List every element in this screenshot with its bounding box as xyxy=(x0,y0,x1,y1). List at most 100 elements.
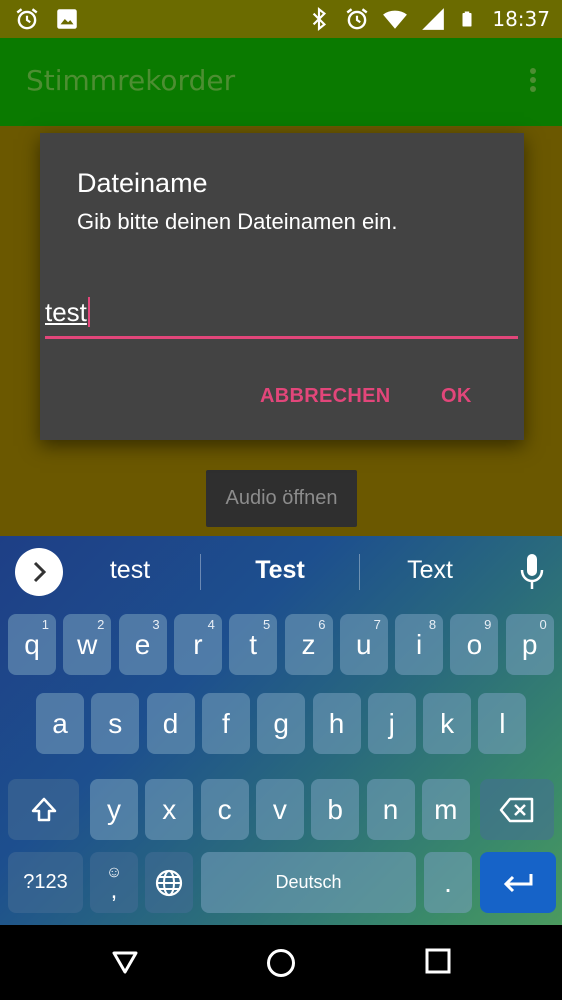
key-label: f xyxy=(222,707,230,739)
key-u[interactable]: u7 xyxy=(339,614,388,675)
chevron-right-icon[interactable] xyxy=(15,548,63,596)
key-x[interactable]: x xyxy=(145,779,194,840)
key-w[interactable]: w2 xyxy=(63,614,112,675)
period-key[interactable]: . xyxy=(424,852,472,913)
key-q[interactable]: q1 xyxy=(8,614,56,675)
filename-input[interactable]: test xyxy=(45,293,518,339)
key-hint: 1 xyxy=(41,617,49,632)
suggestion-divider xyxy=(200,554,201,590)
key-label: g xyxy=(273,707,289,739)
shift-icon xyxy=(31,797,56,821)
key-hint: 7 xyxy=(373,617,381,632)
navigation-bar xyxy=(0,925,562,1000)
enter-icon xyxy=(503,873,533,892)
image-icon xyxy=(57,9,77,29)
key-t[interactable]: t5 xyxy=(229,614,278,675)
ok-button[interactable]: OK xyxy=(441,385,472,408)
key-label: u xyxy=(356,628,372,660)
key-hint: 6 xyxy=(318,617,326,632)
key-m[interactable]: m xyxy=(421,779,470,840)
key-c[interactable]: c xyxy=(200,779,249,840)
key-label: m xyxy=(434,793,458,825)
key-hint: 5 xyxy=(262,617,271,632)
key-s[interactable]: s xyxy=(91,693,140,754)
key-r[interactable]: r4 xyxy=(173,614,222,675)
microphone-icon[interactable] xyxy=(518,552,546,592)
key-l[interactable]: l xyxy=(478,693,527,754)
key-label: a xyxy=(52,707,68,739)
key-y[interactable]: y xyxy=(90,779,138,840)
recents-icon[interactable] xyxy=(424,947,452,975)
key-label: c xyxy=(217,793,232,825)
alarm-icon xyxy=(346,8,368,30)
status-bar: 18:37 xyxy=(0,0,562,38)
key-label: h xyxy=(328,707,345,739)
key-hint: 3 xyxy=(152,617,160,632)
key-v[interactable]: v xyxy=(255,779,304,840)
key-f[interactable]: f xyxy=(201,693,250,754)
overflow-menu-icon[interactable] xyxy=(528,68,538,98)
language-key[interactable] xyxy=(145,852,193,913)
key-label: p xyxy=(521,628,538,660)
key-b[interactable]: b xyxy=(311,779,360,840)
key-label: r xyxy=(193,628,203,660)
suggestion-3[interactable]: Text xyxy=(370,556,490,585)
key-label: y xyxy=(107,793,121,825)
space-key[interactable]: Deutsch xyxy=(201,852,416,913)
key-label: o xyxy=(466,628,483,660)
key-j[interactable]: j xyxy=(367,693,416,754)
emoji-comma-key[interactable]: ☺ , xyxy=(90,852,138,913)
key-n[interactable]: n xyxy=(366,779,415,840)
key-hint: 9 xyxy=(484,617,492,632)
signal-icon xyxy=(422,8,445,30)
key-label: n xyxy=(382,793,399,825)
key-label: q xyxy=(24,628,40,660)
key-label: x xyxy=(162,793,177,825)
key-label: w xyxy=(77,628,98,660)
suggestion-1[interactable]: test xyxy=(70,556,190,585)
filename-input-value: test xyxy=(45,297,87,327)
key-label: v xyxy=(272,793,287,825)
key-d[interactable]: d xyxy=(146,693,195,754)
key-k[interactable]: k xyxy=(423,693,472,754)
comma-label: , xyxy=(110,876,118,904)
suggestion-2[interactable]: Test xyxy=(210,556,350,585)
key-p[interactable]: p0 xyxy=(505,614,554,675)
key-label: e xyxy=(134,628,151,660)
key-e[interactable]: e3 xyxy=(118,614,167,675)
alarm-icon xyxy=(16,8,38,30)
key-hint: 8 xyxy=(428,617,437,632)
key-h[interactable]: h xyxy=(312,693,361,754)
bluetooth-icon xyxy=(313,6,327,32)
audio-open-button[interactable]: Audio öffnen xyxy=(206,470,357,527)
back-icon[interactable] xyxy=(110,947,140,977)
key-o[interactable]: o9 xyxy=(450,614,499,675)
key-hint: 0 xyxy=(539,617,547,632)
key-a[interactable]: a xyxy=(36,693,84,754)
key-label: d xyxy=(162,707,179,739)
enter-key[interactable] xyxy=(480,852,556,913)
key-label: s xyxy=(108,707,123,739)
key-hint: 4 xyxy=(207,617,215,632)
text-caret xyxy=(87,297,90,327)
battery-icon xyxy=(462,11,472,27)
backspace-icon xyxy=(499,797,534,822)
key-i[interactable]: i8 xyxy=(395,614,444,675)
cancel-button[interactable]: ABBRECHEN xyxy=(260,385,390,408)
suggestion-bar: test Test Text xyxy=(0,536,562,606)
suggestion-divider xyxy=(359,554,360,590)
status-time: 18:37 xyxy=(492,7,550,31)
key-label: z xyxy=(301,628,316,660)
app-title: Stimmrekorder xyxy=(26,64,236,97)
backspace-key[interactable] xyxy=(480,779,554,840)
key-label: i xyxy=(415,628,423,660)
key-label: t xyxy=(249,628,258,660)
shift-key[interactable] xyxy=(8,779,79,840)
soft-keyboard: test Test Text ?123 ☺ , Deutsch . q1w2e3… xyxy=(0,536,562,925)
home-icon[interactable] xyxy=(265,947,297,979)
wifi-icon xyxy=(383,10,408,29)
symbols-key[interactable]: ?123 xyxy=(8,852,83,913)
key-z[interactable]: z6 xyxy=(284,614,333,675)
key-g[interactable]: g xyxy=(257,693,306,754)
app-bar: Stimmrekorder xyxy=(0,38,562,126)
